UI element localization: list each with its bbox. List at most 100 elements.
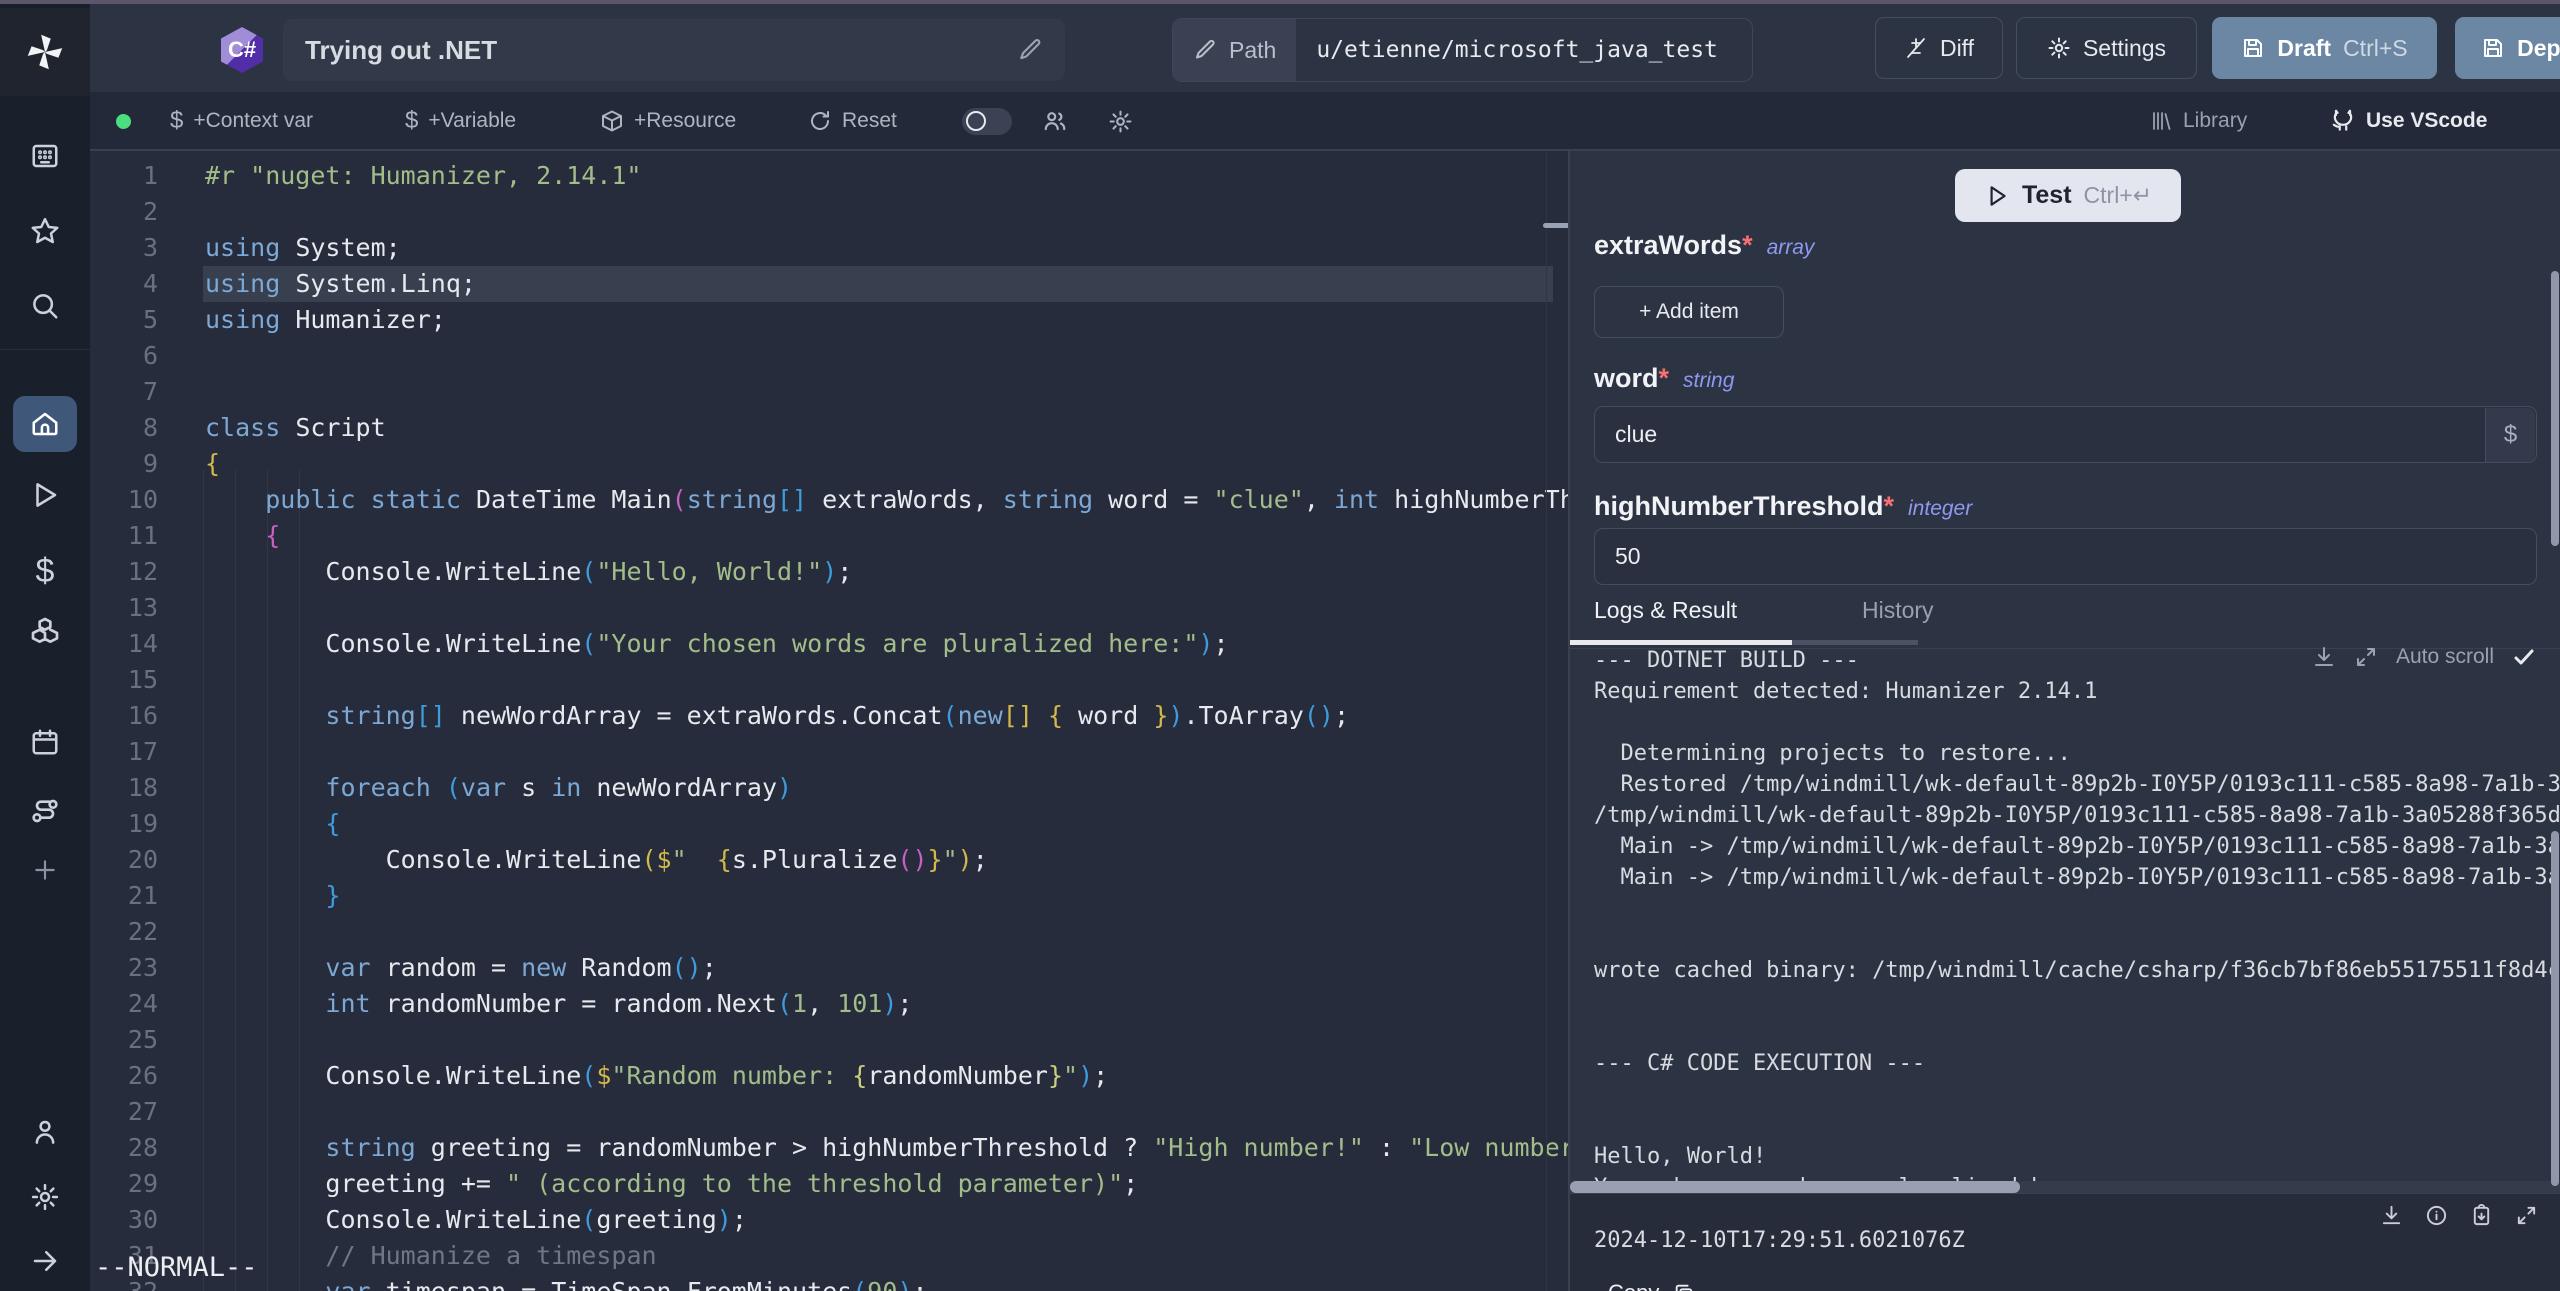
sidebar-item-search[interactable] [0, 278, 90, 334]
line-number: 4 [90, 266, 158, 302]
path-value: u/etienne/microsoft_java_test [1296, 19, 1738, 81]
line-number: 11 [90, 518, 158, 554]
sidebar-item-apps[interactable] [0, 128, 90, 184]
check-icon[interactable] [2512, 645, 2536, 669]
threshold-input-value: 50 [1615, 543, 1641, 570]
line-number: 17 [90, 734, 158, 770]
titlebar: C# Trying out .NET Path u/etienne/micros… [90, 4, 2560, 92]
editor-scroll-edge [1546, 150, 1547, 1291]
windmill-logo[interactable] [0, 8, 90, 96]
sidebar-item-flows[interactable] [0, 783, 90, 839]
sidebar-item-user[interactable] [0, 1104, 90, 1160]
vim-mode-status: --NORMAL-- [95, 1252, 258, 1283]
copy-result-button[interactable]: Copy [1608, 1280, 1695, 1291]
path-field[interactable]: Path u/etienne/microsoft_java_test [1172, 18, 1753, 82]
word-input[interactable]: clue $ [1594, 406, 2537, 463]
add-resource-button[interactable]: +Resource [600, 92, 736, 150]
test-button[interactable]: Test Ctrl+↵ [1955, 169, 2181, 222]
sidebar-item-settings[interactable] [0, 1169, 90, 1225]
line-number: 13 [90, 590, 158, 626]
dollar-icon: $ [405, 107, 418, 135]
panel-vscroll-thumb[interactable] [2551, 271, 2559, 546]
autoscroll-label: Auto scroll [2396, 645, 2494, 669]
windmill-script-editor: $ [0, 0, 2560, 1291]
reset-icon [808, 109, 832, 133]
use-vscode-button[interactable]: Use VScode [2330, 92, 2487, 150]
multiplayer-button[interactable] [1042, 92, 1068, 150]
code-line: public static DateTime Main(string[] ext… [205, 482, 1568, 518]
line-number: 8 [90, 410, 158, 446]
sidebar-item-variables[interactable]: $ [0, 543, 90, 599]
settings-button[interactable]: Settings [2016, 17, 2197, 79]
editor-settings-button[interactable] [1108, 92, 1133, 150]
code-line [205, 1022, 1568, 1058]
code-line: foreach (var s in newWordArray) [205, 770, 1568, 806]
tab-logs-result[interactable]: Logs & Result [1594, 597, 1737, 624]
arg-extrawords-label: extraWords*array [1594, 230, 1814, 261]
sidebar-item-favorites[interactable] [0, 203, 90, 259]
deploy-label: Deploy [2517, 35, 2560, 62]
line-number: 23 [90, 950, 158, 986]
sidebar-item-schedules[interactable] [0, 714, 90, 770]
edit-pencil-icon [1193, 38, 1217, 62]
code-editor[interactable]: 1234567891011121314151617181920212223242… [90, 150, 1568, 1291]
sidebar-item-runs[interactable] [0, 467, 90, 523]
sidebar-item-home[interactable] [13, 396, 77, 452]
code-line: Console.WriteLine($" {s.Pluralize()}"); [205, 842, 1568, 878]
arg-word-label: word*string [1594, 363, 1734, 394]
line-number: 16 [90, 698, 158, 734]
logs-hscroll-thumb[interactable] [1570, 1181, 2020, 1193]
required-star: * [1884, 491, 1895, 521]
edit-pencil-icon[interactable] [1017, 37, 1043, 63]
play-icon [1984, 183, 2010, 209]
reset-button[interactable]: Reset [808, 92, 897, 150]
settings-label: Settings [2083, 35, 2166, 62]
line-number: 20 [90, 842, 158, 878]
draft-button[interactable]: Draft Ctrl+S [2212, 17, 2437, 79]
logs-output[interactable]: --- DOTNET BUILD --- Requirement detecte… [1594, 645, 2560, 1183]
gear-icon [1108, 109, 1133, 134]
sidebar-item-resources[interactable] [0, 603, 90, 659]
library-button[interactable]: Library [2149, 92, 2247, 150]
assistant-toggle[interactable] [962, 92, 1012, 150]
insert-variable-button[interactable]: $ [2485, 408, 2535, 462]
deploy-button[interactable]: Deploy [2455, 17, 2560, 79]
panel-resize-handle[interactable] [1543, 223, 1568, 228]
script-title-input[interactable]: Trying out .NET [283, 19, 1065, 81]
editor-toolbar: $ +Context var $ +Variable +Resource Res… [90, 92, 2560, 150]
expand-icon[interactable] [2354, 645, 2378, 669]
dollar-icon: $ [170, 107, 183, 135]
toggle-off[interactable] [962, 108, 1012, 135]
line-number: 2 [90, 194, 158, 230]
dollar-icon: $ [36, 552, 55, 591]
logs-actions: Auto scroll [2312, 645, 2536, 669]
fullscreen-icon[interactable] [2515, 1204, 2538, 1227]
result-timestamp: 2024-12-10T17:29:51.6021076Z [1594, 1228, 1965, 1253]
sidebar-item-collapse[interactable] [0, 1233, 90, 1289]
info-icon[interactable] [2425, 1204, 2448, 1227]
tab-history[interactable]: History [1862, 597, 1934, 624]
code-line: var random = new Random(); [205, 950, 1568, 986]
diff-button[interactable]: Diff [1875, 17, 2003, 79]
code-line: Console.WriteLine(greeting); [205, 1202, 1568, 1238]
code-line: #r "nuget: Humanizer, 2.14.1" [205, 158, 1568, 194]
add-context-var-button[interactable]: $ +Context var [170, 92, 313, 150]
library-icon [2149, 109, 2173, 133]
code-line: } [205, 878, 1568, 914]
add-item-label: + Add item [1639, 300, 1739, 324]
add-variable-button[interactable]: $ +Variable [405, 92, 516, 150]
arrow-right-icon [30, 1246, 60, 1276]
add-item-button[interactable]: + Add item [1594, 286, 1784, 338]
threshold-input[interactable]: 50 [1594, 528, 2537, 585]
sidebar-item-add[interactable] [0, 842, 90, 898]
logs-text: --- DOTNET BUILD --- Requirement detecte… [1594, 645, 2560, 1183]
result-footer: 2024-12-10T17:29:51.6021076Z Copy [1570, 1193, 2560, 1291]
logs-vscroll-thumb[interactable] [2551, 831, 2559, 1186]
test-panel: Test Ctrl+↵ extraWords*array + Add item … [1570, 151, 2560, 1291]
download-icon[interactable] [2312, 645, 2336, 669]
code-line: var timespan = TimeSpan.FromMinutes(90); [205, 1274, 1568, 1291]
download-icon[interactable] [2380, 1204, 2403, 1227]
clipboard-icon[interactable] [2470, 1204, 2493, 1227]
add-context-var-label: +Context var [193, 109, 313, 133]
required-star: * [1742, 230, 1753, 260]
